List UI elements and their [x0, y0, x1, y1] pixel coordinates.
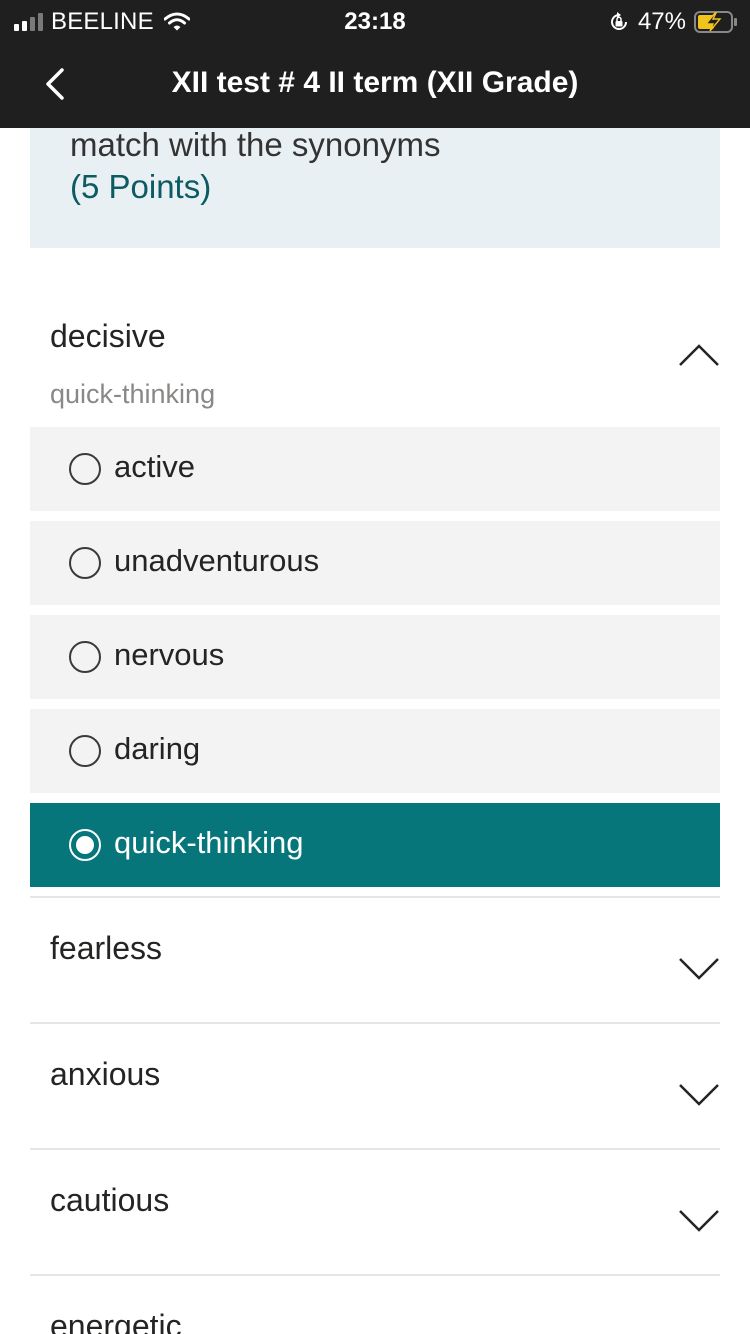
- chevron-down-icon[interactable]: [678, 1082, 720, 1108]
- match-item-word: energetic: [50, 1308, 182, 1334]
- match-item-energetic[interactable]: energetic: [30, 1276, 720, 1334]
- chevron-down-icon[interactable]: [678, 1208, 720, 1234]
- question-points: (5 Points): [70, 168, 212, 205]
- battery-charging-icon: [694, 11, 737, 33]
- option-quick-thinking[interactable]: quick-thinking: [30, 803, 720, 887]
- match-item-fearless[interactable]: fearless: [30, 898, 720, 1022]
- chevron-up-icon[interactable]: [678, 342, 720, 368]
- match-item-cautious[interactable]: cautious: [30, 1150, 720, 1274]
- match-item-anxious[interactable]: anxious: [30, 1024, 720, 1148]
- option-daring[interactable]: daring: [30, 709, 720, 793]
- option-label: active: [114, 449, 195, 484]
- option-label: quick-thinking: [114, 825, 304, 860]
- match-item-word: cautious: [50, 1182, 170, 1218]
- status-bar: BEELINE 23:18 47%: [0, 0, 750, 42]
- match-item-word: fearless: [50, 930, 163, 966]
- question-text: match with the synonyms: [70, 126, 441, 163]
- chevron-down-icon[interactable]: [678, 956, 720, 982]
- option-label: unadventurous: [114, 543, 320, 578]
- option-label: nervous: [114, 637, 225, 672]
- page-title: XII test # 4 II term (XII Grade): [171, 66, 579, 99]
- orientation-lock-icon: [610, 12, 627, 30]
- match-item-word: anxious: [50, 1056, 161, 1092]
- selected-answer-text: quick-thinking: [50, 379, 216, 409]
- radio-button[interactable]: [69, 453, 101, 485]
- radio-button[interactable]: [69, 547, 101, 579]
- option-unadventurous[interactable]: unadventurous: [30, 521, 720, 605]
- option-label: daring: [114, 731, 201, 766]
- status-right: 47%: [608, 8, 738, 36]
- radio-button[interactable]: [69, 735, 101, 767]
- question-card: match with the synonyms (5 Points): [30, 126, 720, 248]
- match-item-word: decisive: [50, 318, 166, 354]
- radio-button-selected[interactable]: [69, 829, 101, 861]
- option-active[interactable]: active: [30, 427, 720, 511]
- battery-percent: 47%: [637, 8, 686, 35]
- option-nervous[interactable]: nervous: [30, 615, 720, 699]
- nav-bar: XII test # 4 II term (XII Grade): [0, 42, 750, 128]
- radio-button[interactable]: [69, 641, 101, 673]
